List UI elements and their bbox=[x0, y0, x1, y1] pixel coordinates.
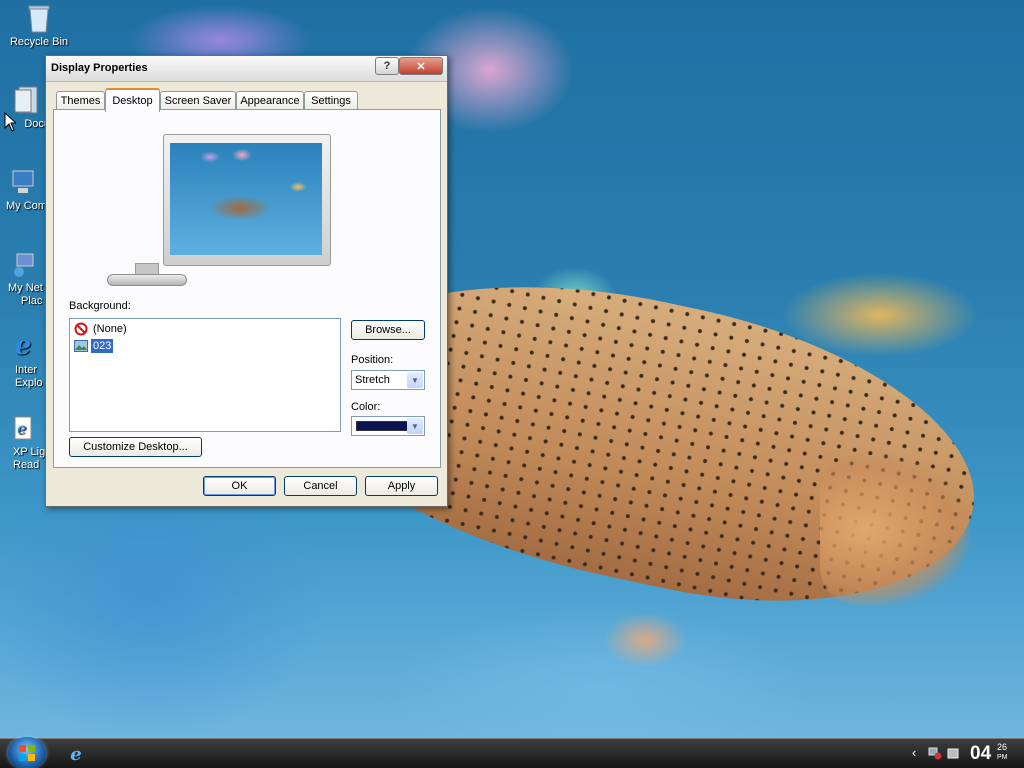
position-select[interactable]: Stretch ▼ bbox=[351, 370, 425, 390]
tray-expand-icon[interactable]: ‹ bbox=[912, 745, 916, 760]
monitor-preview bbox=[163, 134, 331, 266]
monitor-base bbox=[107, 274, 187, 286]
desktop-icon-readme[interactable]: e XP Lig Read bbox=[0, 412, 48, 472]
readme-icon: e bbox=[7, 412, 39, 444]
chevron-down-icon: ▼ bbox=[407, 372, 423, 388]
mouse-cursor-icon bbox=[4, 112, 16, 132]
background-label: Background: bbox=[69, 300, 131, 312]
tab-appearance[interactable]: Appearance bbox=[236, 91, 304, 110]
desktop-icon-network-places[interactable]: My Net Plac bbox=[0, 248, 48, 308]
background-list[interactable]: (None) 023 bbox=[69, 318, 341, 432]
clock-ampm: PM bbox=[997, 754, 1008, 761]
desktop-icon-recycle-bin[interactable]: Recycle Bin bbox=[3, 2, 75, 49]
apply-button[interactable]: Apply bbox=[365, 476, 438, 496]
customize-desktop-button[interactable]: Customize Desktop... bbox=[69, 437, 202, 457]
clock-minute: 26 bbox=[997, 742, 1008, 752]
taskbar: e ‹ 04 26 PM bbox=[0, 737, 1024, 768]
system-tray: ‹ 04 26 PM bbox=[910, 739, 1024, 768]
no-symbol-icon bbox=[74, 322, 88, 336]
internet-explorer-icon: e bbox=[14, 331, 32, 361]
color-label: Color: bbox=[351, 401, 381, 413]
cancel-button[interactable]: Cancel bbox=[284, 476, 357, 496]
image-file-icon bbox=[74, 340, 88, 352]
start-button[interactable] bbox=[8, 737, 46, 768]
close-button[interactable]: ✕ bbox=[399, 57, 443, 75]
recycle-bin-icon bbox=[23, 2, 55, 34]
color-swatch bbox=[356, 421, 408, 431]
internet-explorer-icon: e bbox=[70, 743, 82, 765]
position-label: Position: bbox=[351, 354, 394, 366]
help-button[interactable]: ? bbox=[375, 57, 399, 75]
desktop-icon-internet-explorer[interactable]: e Inter Explo bbox=[0, 330, 48, 390]
dialog-title: Display Properties bbox=[51, 62, 148, 74]
display-properties-dialog: Display Properties ? ✕ Themes Desktop Sc… bbox=[45, 55, 448, 507]
network-places-icon bbox=[7, 248, 39, 280]
my-computer-icon bbox=[7, 166, 39, 198]
position-value: Stretch bbox=[355, 374, 390, 386]
browse-button[interactable]: Browse... bbox=[351, 320, 425, 340]
tab-screen-saver[interactable]: Screen Saver bbox=[160, 91, 236, 110]
list-item-023[interactable]: 023 bbox=[74, 338, 114, 354]
chevron-down-icon: ▼ bbox=[407, 418, 423, 434]
help-icon: ? bbox=[383, 60, 391, 72]
clock-hour: 04 bbox=[970, 743, 992, 764]
tab-desktop[interactable]: Desktop bbox=[105, 88, 160, 112]
list-item-none[interactable]: (None) bbox=[74, 321, 129, 337]
close-icon: ✕ bbox=[416, 60, 426, 73]
wallpaper-fish-tail bbox=[820, 455, 970, 605]
wallpaper-preview bbox=[170, 143, 322, 255]
dialog-titlebar[interactable]: Display Properties ? ✕ bbox=[46, 56, 447, 82]
quicklaunch-internet-explorer[interactable]: e bbox=[66, 743, 86, 765]
volume-icon[interactable] bbox=[946, 746, 960, 760]
desktop-icon-my-computer[interactable]: My Com bbox=[0, 166, 48, 213]
windows-logo-icon bbox=[19, 745, 35, 761]
desktop-tab-panel: Background: (None) 023 Browse... Positio… bbox=[53, 109, 441, 468]
svg-text:e: e bbox=[17, 419, 26, 438]
color-picker[interactable]: ▼ bbox=[351, 416, 425, 436]
tab-settings[interactable]: Settings bbox=[304, 91, 358, 110]
ok-button[interactable]: OK bbox=[203, 476, 276, 496]
tab-themes[interactable]: Themes bbox=[56, 91, 105, 110]
network-icon[interactable] bbox=[928, 746, 942, 760]
